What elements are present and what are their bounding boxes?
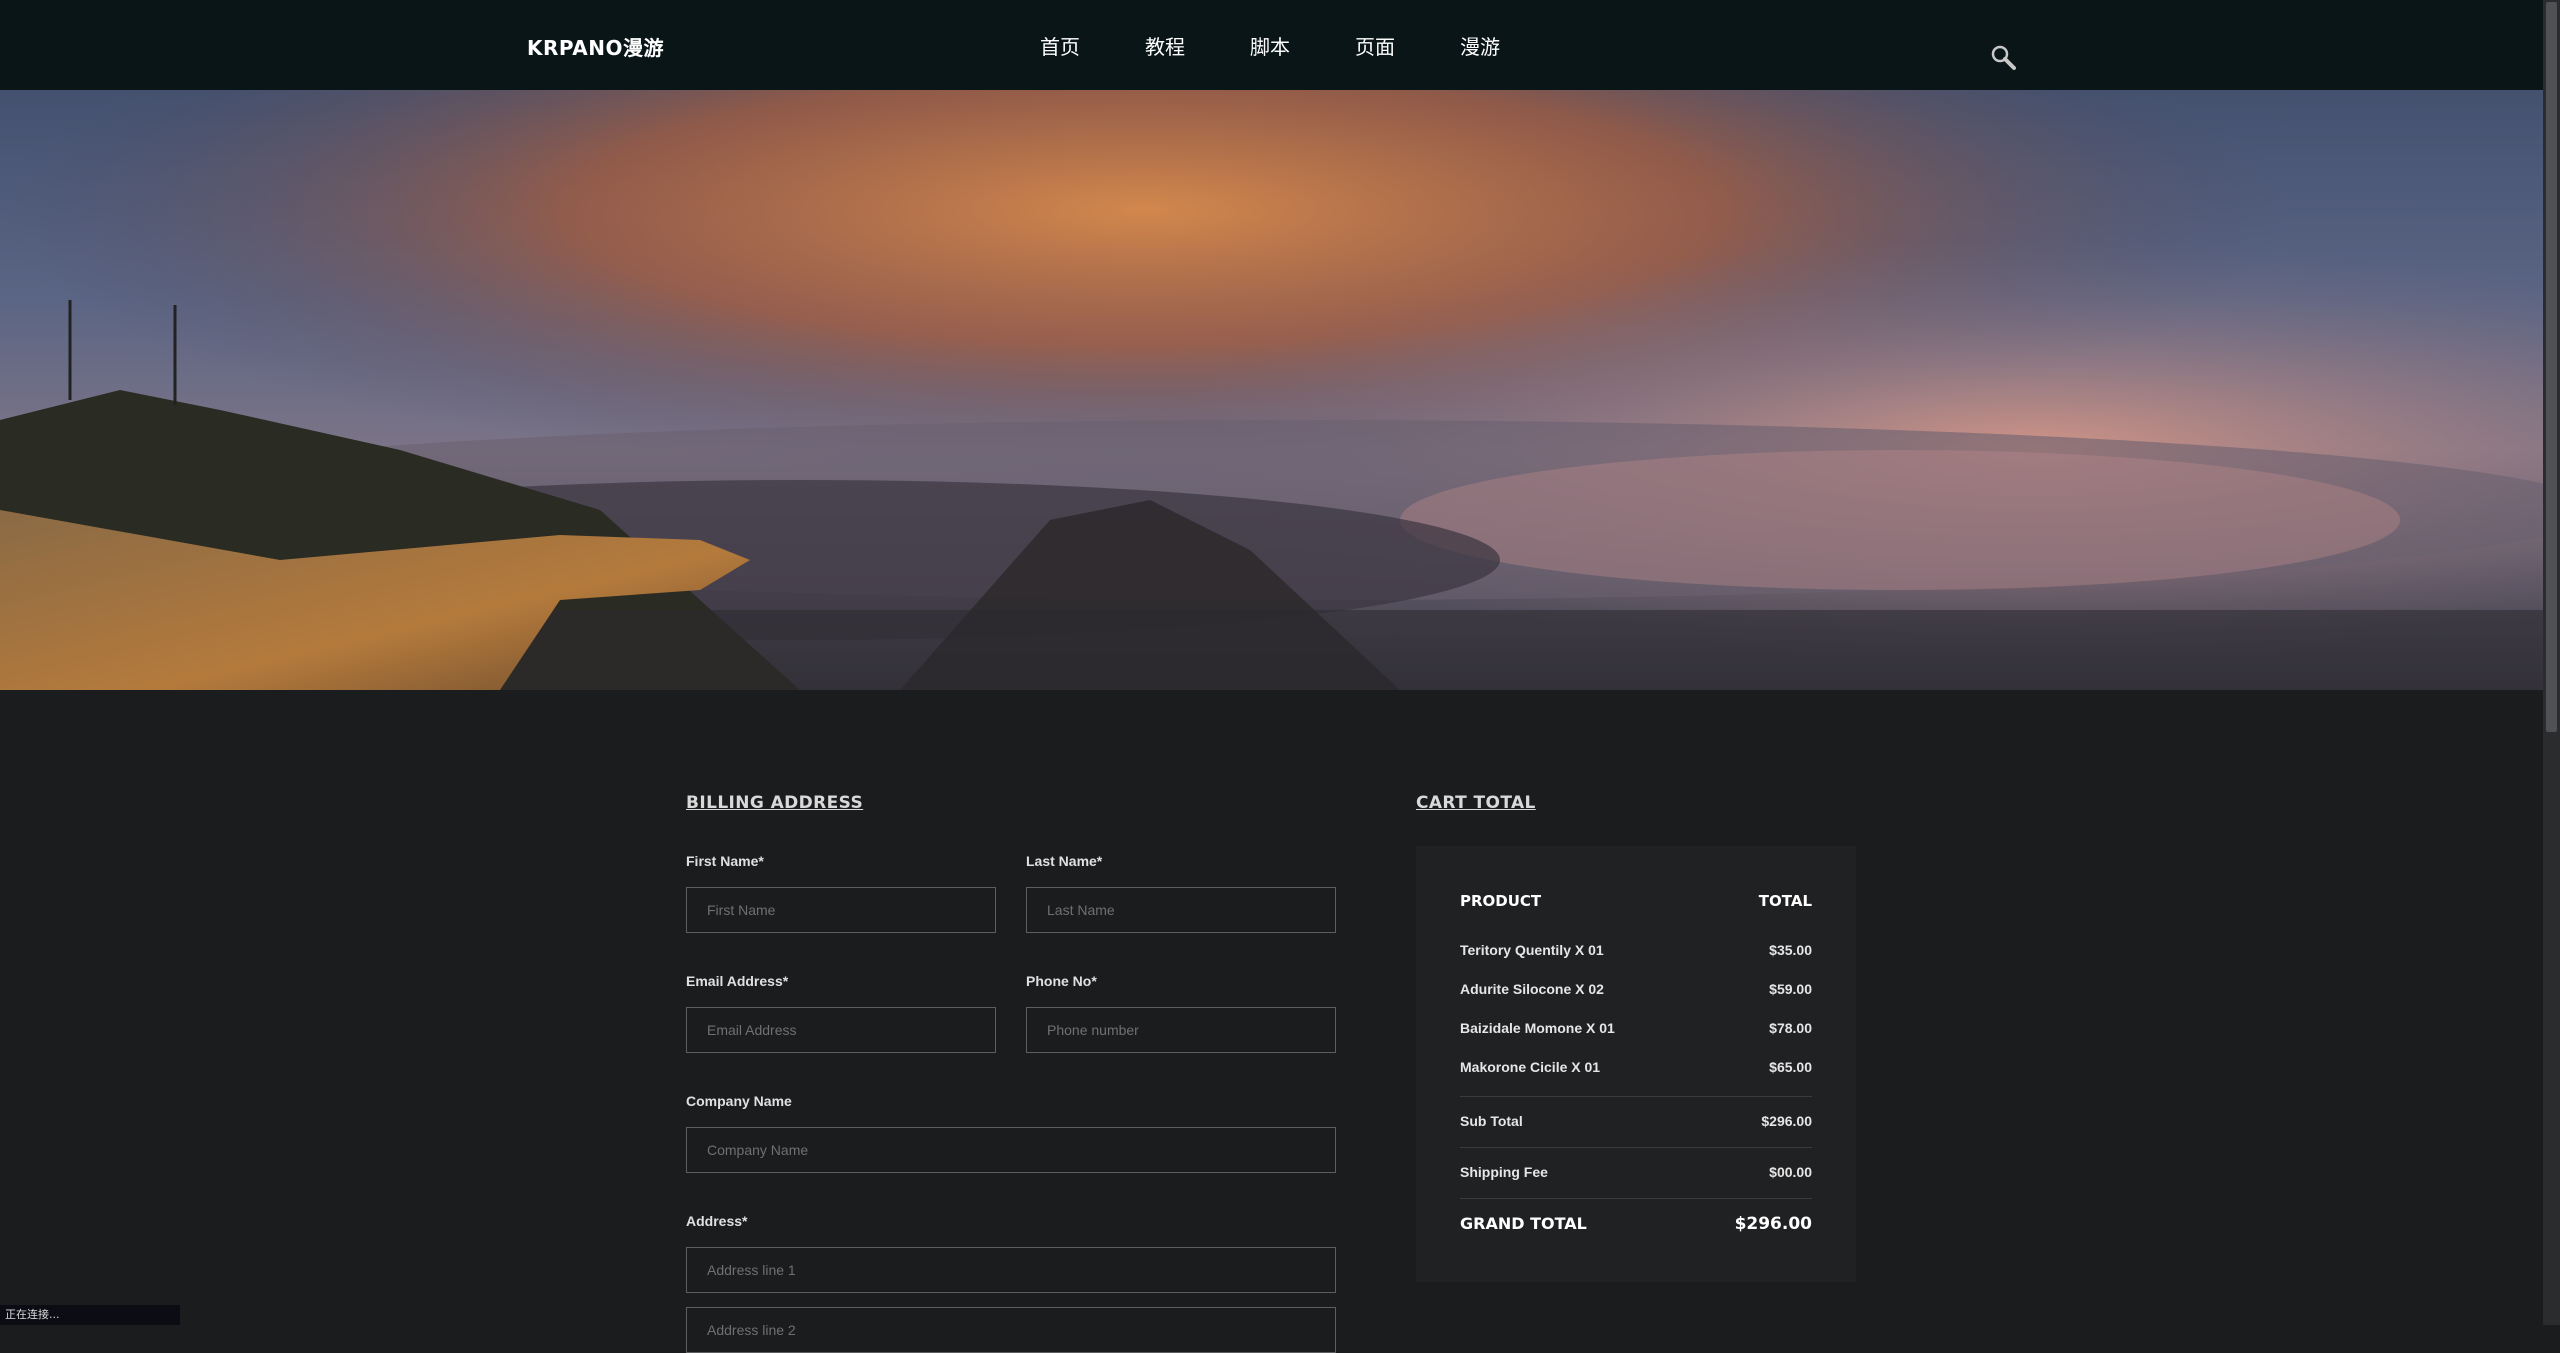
product-column-header: PRODUCT xyxy=(1460,892,1542,910)
cart-divider xyxy=(1460,1198,1812,1199)
nav-item-tutorial[interactable]: 教程 xyxy=(1145,31,1250,60)
page-scrollbar[interactable] xyxy=(2543,0,2560,1325)
scrollbar-thumb[interactable] xyxy=(2546,2,2557,732)
browser-status-bar: 正在连接... xyxy=(0,1305,180,1325)
cart-item-price: $65.00 xyxy=(1769,1059,1812,1075)
cart-item-row: Baizidale Momone X 01 $78.00 xyxy=(1460,1020,1812,1036)
last-name-input[interactable] xyxy=(1026,887,1336,933)
cart-item-row: Adurite Silocone X 02 $59.00 xyxy=(1460,981,1812,997)
address-label: Address* xyxy=(686,1213,748,1229)
email-input[interactable] xyxy=(686,1007,996,1053)
cart-item-price: $59.00 xyxy=(1769,981,1812,997)
first-name-label: First Name* xyxy=(686,853,764,869)
address-line1-input[interactable] xyxy=(686,1247,1336,1293)
last-name-label: Last Name* xyxy=(1026,853,1103,869)
cart-total-heading: CART TOTAL xyxy=(1416,793,1536,813)
hero-panorama-illustration xyxy=(0,90,2543,690)
company-label: Company Name xyxy=(686,1093,792,1109)
subtotal-value: $296.00 xyxy=(1761,1113,1812,1129)
cart-divider xyxy=(1460,1096,1812,1097)
cart-divider xyxy=(1460,1147,1812,1148)
cart-item-price: $78.00 xyxy=(1769,1020,1812,1036)
nav-item-tour[interactable]: 漫游 xyxy=(1460,31,1565,60)
nav-item-home[interactable]: 首页 xyxy=(1040,31,1145,60)
shipping-value: $00.00 xyxy=(1769,1164,1812,1180)
top-navbar: KRPANO漫游 首页 教程 脚本 页面 漫游 xyxy=(0,0,2543,90)
address-line2-input[interactable] xyxy=(686,1307,1336,1353)
nav-item-script[interactable]: 脚本 xyxy=(1250,31,1355,60)
phone-input[interactable] xyxy=(1026,1007,1336,1053)
cart-item-name: Adurite Silocone X 02 xyxy=(1460,981,1604,997)
cart-item-price: $35.00 xyxy=(1769,942,1812,958)
cart-item-row: Makorone Cicile X 01 $65.00 xyxy=(1460,1059,1812,1075)
cart-item-name: Makorone Cicile X 01 xyxy=(1460,1059,1601,1075)
company-input[interactable] xyxy=(686,1127,1336,1173)
nav-item-pages[interactable]: 页面 xyxy=(1355,31,1460,60)
subtotal-row: Sub Total $296.00 xyxy=(1460,1113,1812,1129)
search-icon[interactable] xyxy=(1990,44,2018,72)
billing-address-heading: BILLING ADDRESS xyxy=(686,793,864,813)
total-column-header: TOTAL xyxy=(1758,892,1812,910)
phone-label: Phone No* xyxy=(1026,973,1097,989)
subtotal-label: Sub Total xyxy=(1460,1113,1523,1129)
cart-item-row: Teritory Quentily X 01 $35.00 xyxy=(1460,942,1812,958)
cart-item-name: Baizidale Momone X 01 xyxy=(1460,1020,1615,1036)
site-logo[interactable]: KRPANO漫游 xyxy=(527,32,664,61)
first-name-input[interactable] xyxy=(686,887,996,933)
email-label: Email Address* xyxy=(686,973,789,989)
cart-item-name: Teritory Quentily X 01 xyxy=(1460,942,1604,958)
grand-total-label: GRAND TOTAL xyxy=(1460,1214,1587,1233)
shipping-row: Shipping Fee $00.00 xyxy=(1460,1164,1812,1180)
grand-total-row: GRAND TOTAL $296.00 xyxy=(1460,1214,1812,1234)
shipping-label: Shipping Fee xyxy=(1460,1164,1548,1180)
hero-banner-image xyxy=(0,90,2543,690)
main-nav: 首页 教程 脚本 页面 漫游 xyxy=(1040,31,1565,60)
grand-total-value: $296.00 xyxy=(1734,1214,1812,1234)
cart-summary-box: PRODUCT TOTAL Teritory Quentily X 01 $35… xyxy=(1416,846,1856,1282)
cart-header-row: PRODUCT TOTAL xyxy=(1460,892,1812,910)
